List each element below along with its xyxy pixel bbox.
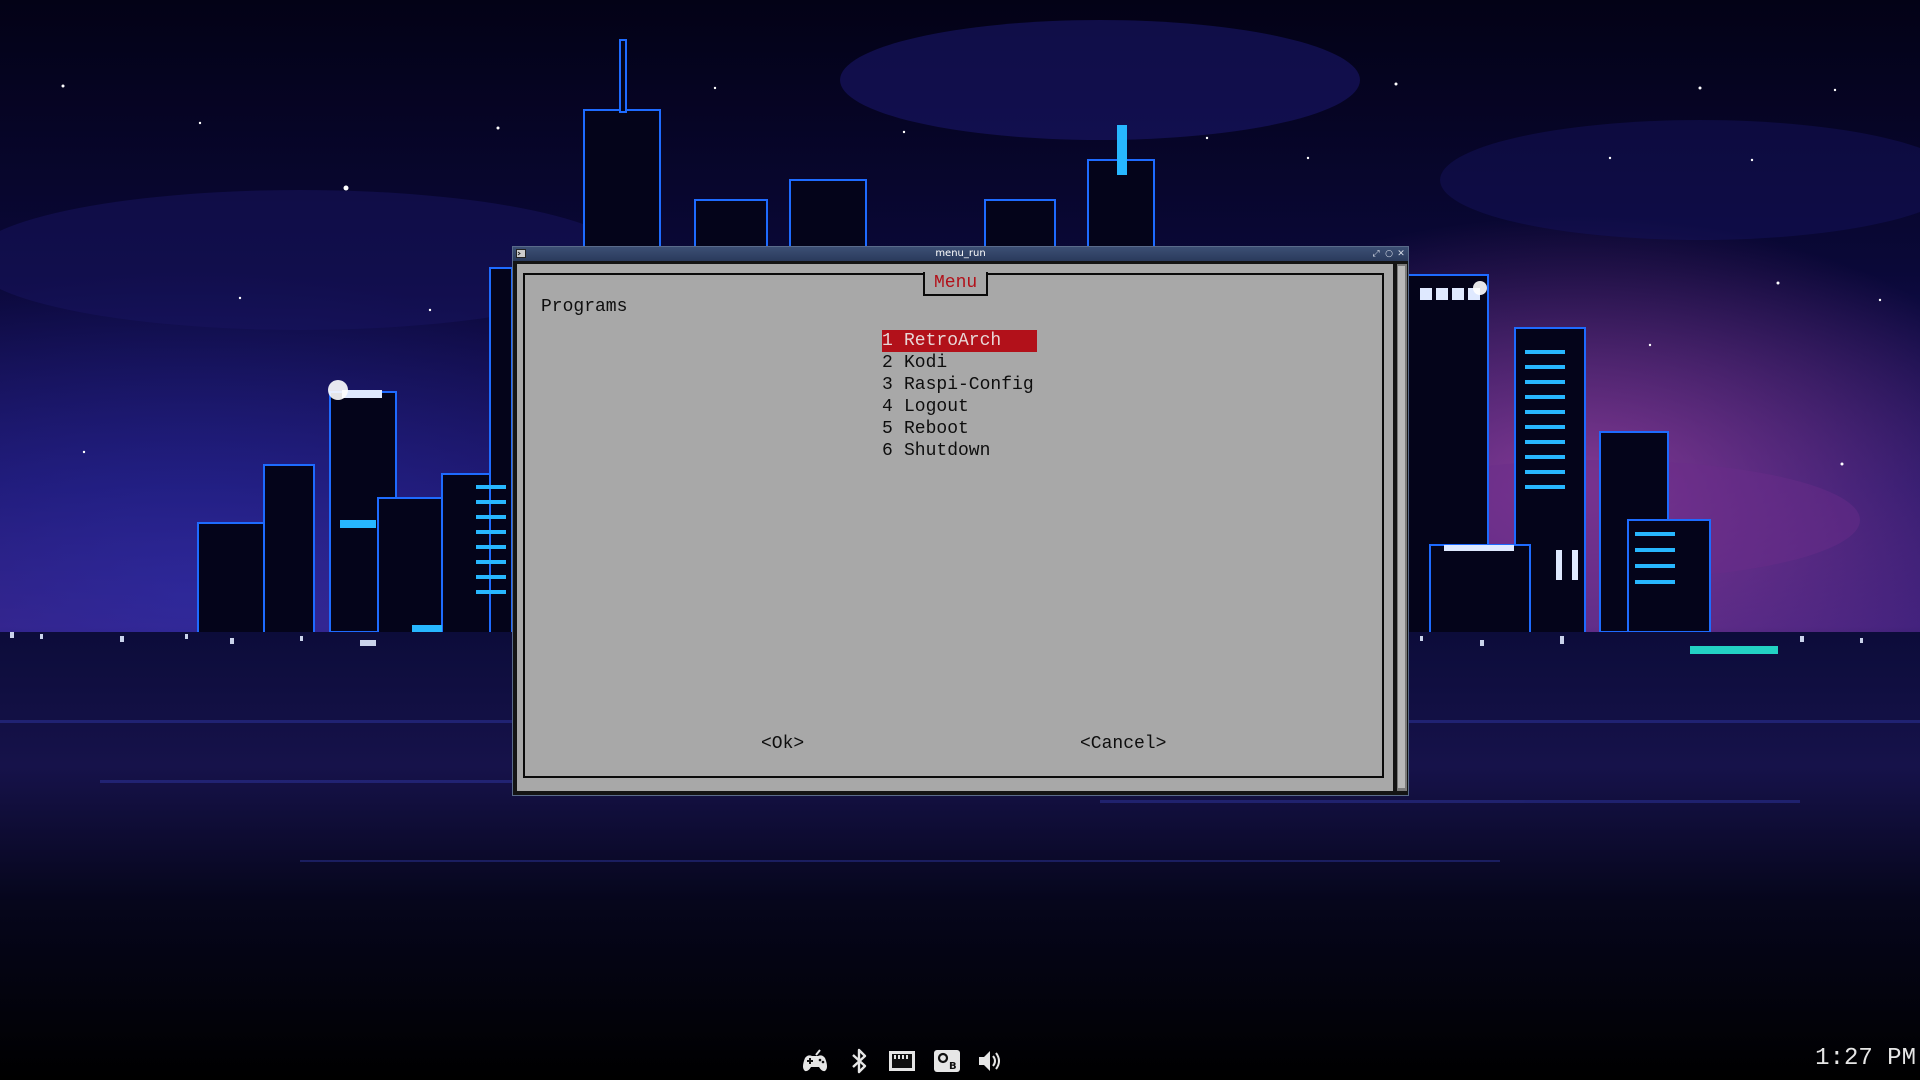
menu-item-retroarch[interactable]: 1 RetroArch: [882, 330, 1037, 352]
dialog-title: Menu: [923, 272, 989, 296]
scrollbar-thumb[interactable]: [1398, 266, 1405, 788]
menu-item-kodi[interactable]: 2 Kodi: [882, 352, 1037, 374]
terminal-area[interactable]: Menu Programs 1 RetroArch 2 Kodi 3 Raspi-Co…: [517, 264, 1393, 791]
network-icon[interactable]: [887, 1046, 917, 1076]
window-titlebar[interactable]: menu_run ⤢ ○ ✕: [513, 247, 1408, 261]
menu-item-logout[interactable]: 4 Logout: [882, 396, 1037, 418]
menu-item-label: Kodi: [904, 353, 948, 373]
menu-item-label: Reboot: [904, 419, 969, 439]
menu-item-number: 1: [882, 331, 893, 351]
window-title: menu_run: [935, 248, 986, 259]
taskbar: B: [0, 1040, 1920, 1080]
terminal-scrollbar[interactable]: [1397, 264, 1407, 791]
terminal-icon: [516, 249, 526, 258]
menu-item-label: Raspi-Config: [904, 375, 1034, 395]
maximize-icon[interactable]: ⤢: [1370, 247, 1382, 261]
menu-item-label: Shutdown: [904, 441, 991, 461]
clock[interactable]: 1:27 PM: [1815, 1044, 1916, 1074]
menu-item-raspi-config[interactable]: 3 Raspi-Config: [882, 374, 1037, 396]
program-menu-list: 1 RetroArch 2 Kodi 3 Raspi-Config 4 Logout 5…: [882, 330, 1037, 462]
menu-item-number: 6: [882, 441, 893, 461]
menu-item-reboot[interactable]: 5 Reboot: [882, 418, 1037, 440]
bluetooth-icon[interactable]: [844, 1046, 874, 1076]
menu-item-number: 3: [882, 375, 893, 395]
dialog-prompt: Programs: [541, 297, 628, 317]
menu-item-label: Logout: [904, 397, 969, 417]
openbox-icon[interactable]: B: [932, 1046, 962, 1076]
cancel-button[interactable]: <Cancel>: [1080, 733, 1166, 755]
volume-icon[interactable]: [975, 1046, 1005, 1076]
menu-item-shutdown[interactable]: 6 Shutdown: [882, 440, 1037, 462]
gamepad-icon[interactable]: [800, 1046, 830, 1076]
menu-item-number: 4: [882, 397, 893, 417]
menu-item-label: RetroArch: [904, 331, 1002, 351]
svg-text:B: B: [949, 1061, 957, 1072]
close-icon[interactable]: ✕: [1395, 247, 1407, 261]
ok-button[interactable]: <Ok>: [761, 733, 804, 755]
menu-item-number: 2: [882, 353, 893, 373]
menu-dialog: Menu Programs 1 RetroArch 2 Kodi 3 Raspi-Co…: [523, 272, 1384, 778]
iconify-icon[interactable]: ○: [1383, 247, 1395, 261]
terminal-window[interactable]: menu_run ⤢ ○ ✕ Menu Programs 1 RetroArch …: [512, 246, 1409, 796]
menu-item-number: 5: [882, 419, 893, 439]
